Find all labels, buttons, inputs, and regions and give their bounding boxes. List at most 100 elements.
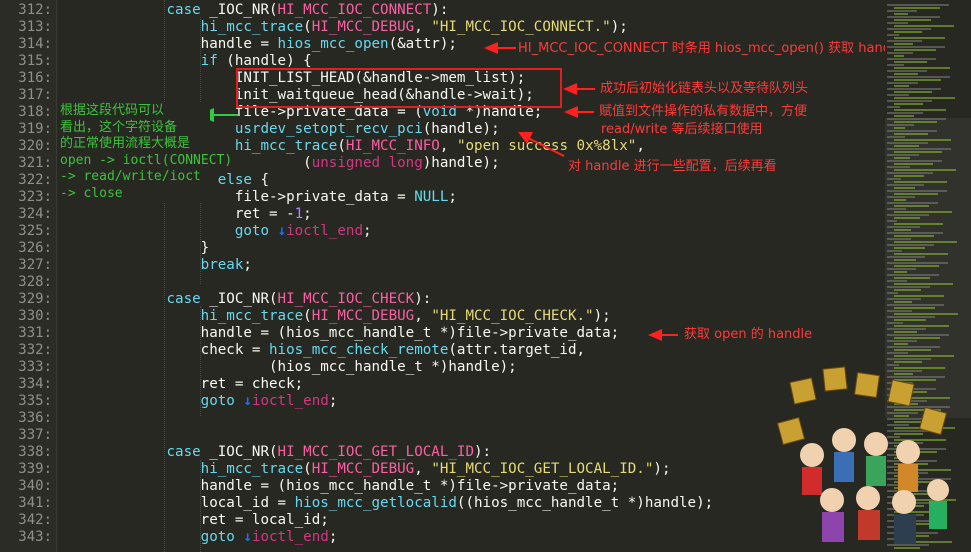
note-init: 成功后初始化链表头以及等待队列头	[600, 81, 809, 96]
minimap-line	[894, 103, 923, 105]
line-number: 312:	[18, 2, 52, 18]
code-line[interactable]: ret = check;	[64, 376, 304, 393]
code-editor[interactable]: 312: 313: 314: 315: 316: 317: 318: 319: 320: 321:…	[0, 0, 885, 552]
minimap-line	[894, 37, 945, 39]
arrow-open-icon	[484, 42, 516, 54]
minimap-line	[887, 280, 907, 282]
minimap-line	[894, 181, 947, 183]
minimap-line	[894, 133, 928, 135]
minimap-line	[887, 340, 917, 342]
minimap-line	[887, 256, 925, 258]
minimap-line	[894, 325, 949, 327]
line-number: 324:	[18, 206, 52, 222]
minimap-line	[894, 301, 912, 303]
code-line[interactable]: handle = (hios_mcc_handle_t *)file->priv…	[64, 325, 620, 342]
minimap-line	[887, 40, 922, 42]
minimap-line	[887, 328, 926, 330]
code-line[interactable]: break;	[64, 257, 252, 274]
line-number: 316:	[18, 70, 52, 86]
minimap-line	[887, 316, 935, 318]
line-number: 333:	[18, 359, 52, 375]
minimap-line	[894, 355, 954, 357]
code-line[interactable]: hi_mcc_trace(HI_MCC_DEBUG, "HI_MCC_IOC_C…	[64, 19, 628, 36]
line-number: 322:	[18, 172, 52, 188]
code-line[interactable]: }	[64, 240, 210, 257]
code-line[interactable]: local_id = hios_mcc_getlocalid((hios_mcc…	[64, 495, 714, 512]
minimap-line	[887, 346, 940, 348]
code-line[interactable]: handle = hios_mcc_open(&attr);	[64, 36, 457, 53]
code-line[interactable]: hi_mcc_trace(HI_MCC_DEBUG, "HI_MCC_IOC_C…	[64, 308, 611, 325]
minimap-line	[894, 157, 910, 159]
line-number: 332:	[18, 342, 52, 358]
minimap-line	[894, 25, 954, 27]
minimap-line	[894, 199, 906, 201]
minimap-line	[894, 313, 958, 315]
line-number: 327:	[18, 257, 52, 273]
code-line[interactable]: case _IOC_NR(HI_MCC_IOC_CHECK):	[64, 291, 432, 308]
minimap-line	[887, 28, 931, 30]
line-number: 317:	[18, 87, 52, 103]
minimap-line	[887, 208, 906, 210]
minimap-line	[894, 223, 943, 225]
minimap-line	[894, 289, 921, 291]
minimap-line	[887, 352, 908, 354]
line-number: 343:	[18, 529, 52, 545]
code-line[interactable]: (hios_mcc_handle_t *)handle);	[64, 359, 517, 376]
minimap-line	[887, 304, 944, 306]
minimap-line	[894, 49, 936, 51]
minimap-line	[887, 214, 929, 216]
line-number: 321:	[18, 155, 52, 171]
note-get-handle: 获取 open 的 handle	[684, 327, 813, 342]
code-line[interactable]: case _IOC_NR(HI_MCC_IOC_GET_LOCAL_ID):	[64, 444, 492, 461]
minimap-line	[894, 73, 918, 75]
code-line[interactable]: ret = local_id;	[64, 512, 329, 529]
minimap-line	[894, 229, 911, 231]
code-line[interactable]: check = hios_mcc_check_remote(attr.targe…	[64, 342, 585, 359]
mascot-sticker-icon	[776, 366, 949, 544]
minimap-line	[887, 310, 912, 312]
line-number: 341:	[18, 495, 52, 511]
line-number: 339:	[18, 461, 52, 477]
usage-flow-note: 根据这段代码可以 看出，这个字符设备 的正常使用流程大概是 open -> io…	[60, 103, 233, 202]
minimap-line	[887, 154, 919, 156]
minimap-line	[894, 349, 931, 351]
line-number: 329:	[18, 291, 52, 307]
minimap-line	[887, 262, 948, 264]
minimap-line	[894, 79, 941, 81]
minimap-line	[894, 7, 940, 9]
minimap-line	[894, 121, 937, 123]
minimap-line	[894, 253, 948, 255]
minimap-line	[887, 142, 928, 144]
minimap-line	[894, 127, 905, 129]
minimap-line	[887, 130, 937, 132]
code-line[interactable]: case _IOC_NR(HI_MCC_IOC_CONNECT):	[64, 2, 449, 19]
minimap-line	[894, 265, 939, 267]
code-line[interactable]: ret = -1;	[64, 206, 312, 223]
line-number: 323:	[18, 189, 52, 205]
code-line[interactable]: goto ↓ioctl_end;	[64, 223, 372, 240]
minimap-line	[887, 52, 913, 54]
minimap-line	[894, 343, 908, 345]
minimap-line	[887, 82, 918, 84]
line-number: 335:	[18, 393, 52, 409]
minimap-line	[894, 247, 925, 249]
minimap-line	[894, 115, 914, 117]
line-number-gutter: 312: 313: 314: 315: 316: 317: 318: 319: 320: 321:…	[0, 0, 56, 552]
minimap-line	[894, 169, 956, 171]
minimap-line	[887, 274, 939, 276]
minimap-line	[894, 295, 944, 297]
code-line[interactable]: handle = (hios_mcc_handle_t *)file->priv…	[64, 478, 620, 495]
minimap-line	[894, 217, 920, 219]
minimap-line	[887, 244, 934, 246]
minimap-line	[887, 334, 949, 336]
minimap-line	[887, 286, 930, 288]
minimap-line	[887, 64, 904, 66]
code-line[interactable]: hi_mcc_trace(HI_MCC_DEBUG, "HI_MCC_IOC_G…	[64, 461, 671, 478]
minimap-line	[887, 10, 917, 12]
minimap-line	[887, 118, 946, 120]
indent-guide	[164, 0, 165, 552]
line-number: 338:	[18, 444, 52, 460]
minimap-line	[894, 109, 946, 111]
highlight-box	[236, 68, 562, 108]
minimap-line	[894, 205, 929, 207]
